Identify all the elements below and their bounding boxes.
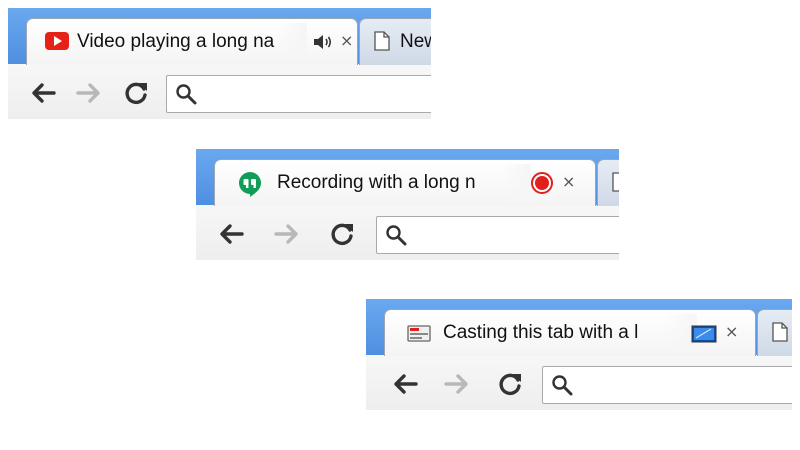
omnibox[interactable] bbox=[376, 216, 619, 254]
toolbar bbox=[366, 355, 792, 410]
back-arrow-icon[interactable] bbox=[28, 80, 58, 106]
tab-casting[interactable]: Casting this tab with a l × bbox=[384, 309, 756, 356]
forward-arrow-icon[interactable] bbox=[272, 221, 302, 247]
tab-title: Recording with a long n bbox=[277, 172, 476, 193]
page-content bbox=[8, 119, 431, 132]
tab-close-button[interactable]: × bbox=[725, 324, 738, 340]
speaker-icon[interactable] bbox=[313, 34, 333, 50]
tab-next[interactable] bbox=[757, 309, 792, 356]
tab-title: Casting this tab with a l bbox=[443, 322, 639, 343]
omnibox-input[interactable] bbox=[581, 371, 789, 401]
search-icon bbox=[176, 84, 197, 105]
cast-icon bbox=[407, 325, 431, 342]
page-content bbox=[196, 260, 619, 273]
tab-close-button[interactable]: × bbox=[340, 33, 353, 49]
forward-arrow-icon[interactable] bbox=[74, 80, 104, 106]
omnibox-input[interactable] bbox=[415, 221, 616, 251]
reload-icon[interactable] bbox=[122, 80, 152, 106]
tab-next[interactable] bbox=[597, 159, 619, 206]
tab-strip: Video playing a long na × New bbox=[8, 8, 431, 65]
youtube-icon bbox=[45, 32, 69, 50]
tab-recording[interactable]: Recording with a long n × bbox=[214, 159, 596, 206]
tab-close-button[interactable]: × bbox=[562, 174, 575, 190]
tab-capture-icon bbox=[691, 325, 717, 343]
tab-video[interactable]: Video playing a long na × bbox=[26, 18, 358, 65]
reload-icon[interactable] bbox=[328, 221, 358, 247]
back-arrow-icon[interactable] bbox=[216, 221, 246, 247]
forward-arrow-icon[interactable] bbox=[442, 371, 472, 397]
search-icon bbox=[552, 375, 573, 396]
browser-window-video: Video playing a long na × New bbox=[8, 8, 431, 132]
toolbar bbox=[8, 64, 431, 119]
omnibox[interactable] bbox=[542, 366, 792, 404]
search-icon bbox=[386, 225, 407, 246]
page-content bbox=[366, 410, 792, 425]
omnibox[interactable] bbox=[166, 75, 431, 113]
tab-strip: Recording with a long n × bbox=[196, 149, 619, 206]
page-icon bbox=[612, 172, 619, 192]
hangouts-icon bbox=[239, 172, 261, 197]
recording-dot-icon bbox=[531, 172, 553, 194]
reload-icon[interactable] bbox=[496, 371, 526, 397]
browser-window-recording: Recording with a long n × bbox=[196, 149, 619, 273]
tab-title: Video playing a long na bbox=[77, 31, 275, 52]
tab-title: New bbox=[400, 31, 431, 52]
page-icon bbox=[772, 322, 788, 342]
browser-window-casting: Casting this tab with a l × bbox=[366, 299, 792, 425]
page-icon bbox=[374, 31, 390, 51]
back-arrow-icon[interactable] bbox=[390, 371, 420, 397]
tab-new[interactable]: New bbox=[359, 18, 431, 65]
tab-strip: Casting this tab with a l × bbox=[366, 299, 792, 356]
toolbar bbox=[196, 205, 619, 260]
omnibox-input[interactable] bbox=[205, 80, 428, 110]
